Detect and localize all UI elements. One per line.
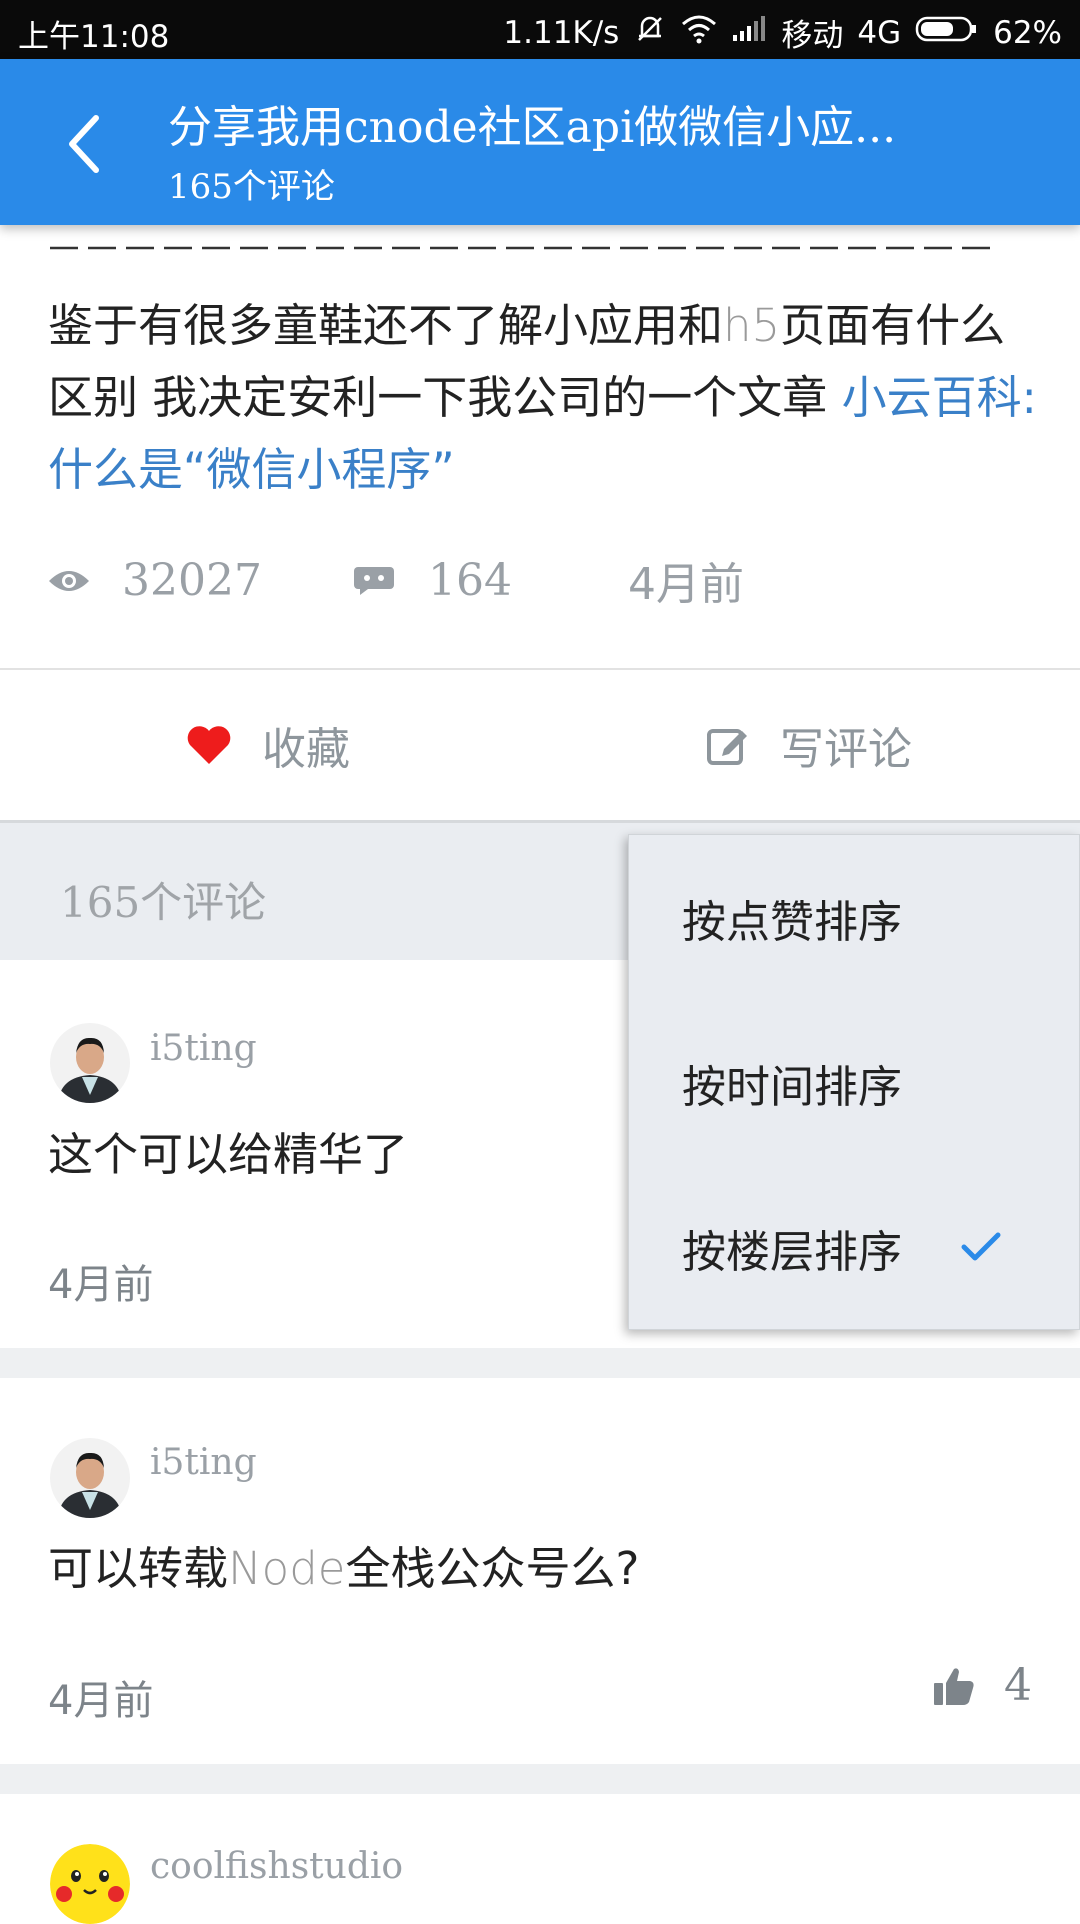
edit-icon (706, 723, 750, 767)
eye-icon (48, 555, 90, 606)
divider (0, 668, 1080, 670)
separator-dashes (50, 236, 1000, 260)
favorite-label: 收藏 (262, 724, 350, 775)
avatar[interactable] (50, 1023, 130, 1103)
favorite-button[interactable]: 收藏 (186, 710, 350, 780)
like-count: 4 (1004, 1660, 1032, 1711)
write-comment-button[interactable]: 写评论 (706, 710, 912, 780)
heart-icon (186, 724, 232, 766)
comment-text: 可以转载Node全栈公众号么? (48, 1532, 639, 1597)
wifi-icon (681, 14, 717, 52)
avatar[interactable] (50, 1844, 130, 1924)
views-stat: 32027 (48, 550, 262, 610)
comment-text-light: Node (228, 1542, 346, 1595)
status-time: 上午11:08 (18, 19, 170, 55)
sort-by-time[interactable]: 按时间排序 (629, 1000, 1079, 1165)
network-speed: 1.11K/s (503, 14, 620, 51)
check-icon (961, 1222, 1001, 1273)
comment-separator (0, 1348, 1080, 1378)
sort-by-floor[interactable]: 按楼层排序 (629, 1165, 1079, 1330)
article-text-h5: h5 (723, 299, 781, 352)
back-button[interactable] (60, 104, 120, 184)
comment-text-part: 可以转载 (48, 1542, 229, 1595)
carrier-label: 移动 (781, 18, 844, 54)
signal-icon (731, 15, 767, 51)
comment-time: 4月前 (48, 1262, 154, 1308)
comment-separator (0, 1764, 1080, 1794)
battery-icon (915, 15, 979, 51)
network-type: 4G (857, 14, 902, 51)
sort-by-likes[interactable]: 按点赞排序 (629, 835, 1079, 1000)
comment-author[interactable]: i5ting (150, 1442, 257, 1483)
replies-count: 164 (428, 554, 512, 606)
page-title: 分享我用cnode社区api做微信小应... (168, 102, 897, 153)
article-time: 4月前 (628, 559, 744, 610)
page-subtitle: 165个评论 (168, 167, 335, 207)
menu-item-label: 按时间排序 (682, 1061, 902, 1113)
menu-item-label: 按楼层排序 (682, 1226, 902, 1278)
app-bar: 分享我用cnode社区api做微信小应... 165个评论 (0, 59, 1080, 225)
like-button[interactable]: 4 (932, 1660, 1032, 1711)
status-bar: 上午11:08 1.11K/s 移动 4G 62% (0, 0, 1080, 59)
comment-time: 4月前 (48, 1678, 154, 1724)
menu-item-label: 按点赞排序 (682, 896, 902, 948)
replies-stat: 164 (352, 550, 512, 610)
comments-count: 165个评论 (60, 878, 267, 927)
comment-author[interactable]: i5ting (150, 1028, 257, 1069)
sort-menu: 按点赞排序 按时间排序 按楼层排序 (628, 834, 1080, 1330)
mute-icon (633, 12, 667, 54)
comment-item: i5ting 可以转载Node全栈公众号么? 4月前 4 (0, 1378, 1080, 1764)
article-body: 鉴于有很多童鞋还不了解小应用和h5页面有什么区别 我决定安利一下我公司的一个文章… (48, 290, 1038, 506)
chevron-left-icon (60, 115, 110, 188)
article-text: 鉴于有很多童鞋还不了解小应用和 (48, 299, 724, 352)
thumbs-up-icon (932, 1665, 976, 1707)
comment-text: 这个可以给精华了 (48, 1128, 409, 1181)
avatar[interactable] (50, 1438, 130, 1518)
views-count: 32027 (122, 554, 262, 606)
comment-text-part: 全栈公众号么? (345, 1542, 640, 1595)
write-comment-label: 写评论 (780, 724, 912, 775)
comment-author[interactable]: coolfishstudio (150, 1846, 403, 1887)
comment-item: coolfishstudio (0, 1794, 1080, 1924)
comment-bubble-icon (352, 555, 396, 606)
battery-level: 62% (993, 14, 1062, 51)
